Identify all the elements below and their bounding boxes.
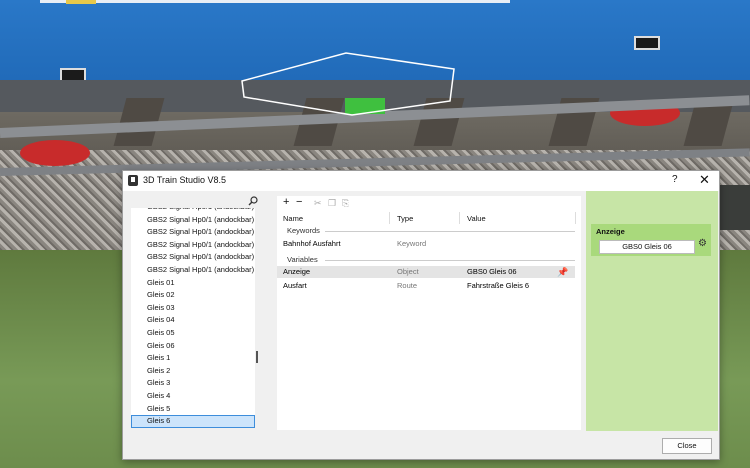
cut-icon[interactable]: ✂ (314, 198, 322, 209)
script-panel: + − ✂ ❐ ⎘ Name Type Value Keywords Bahnh… (277, 196, 581, 430)
close-window-button[interactable]: ✕ (699, 172, 710, 188)
table-row[interactable]: Anzeige Object GBS0 Gleis 06 📌 (277, 266, 575, 278)
section-variables: Variables (287, 255, 318, 264)
section-keywords: Keywords (287, 226, 320, 235)
column-divider (575, 212, 576, 224)
row-value: Fahrstraße Gleis 6 (467, 281, 530, 290)
list-item[interactable]: Gleis 6 (131, 415, 255, 428)
row-type: Keyword (397, 239, 427, 248)
list-scrollbar[interactable] (256, 351, 258, 363)
close-button[interactable]: Close (662, 438, 712, 454)
list-item[interactable]: Gleis 5 (131, 403, 255, 416)
row-value: GBS0 Gleis 06 (467, 267, 517, 276)
train-marker (66, 0, 96, 4)
list-item[interactable]: Gleis 1 (131, 352, 255, 365)
row-type: Route (397, 281, 418, 290)
list-item[interactable]: Gleis 3 (131, 377, 255, 390)
table-row[interactable]: Bahnhof Ausfahrt Keyword (277, 238, 575, 250)
paste-icon[interactable]: ⎘ (342, 198, 349, 209)
list-item[interactable]: Gleis 4 (131, 390, 255, 403)
column-divider (459, 212, 460, 224)
list-item[interactable]: GBS2 Signal Hp0/1 (andockbar) (131, 251, 255, 264)
column-divider (389, 212, 390, 224)
train-lamp (634, 36, 660, 50)
property-label: Anzeige (596, 227, 625, 236)
table-row[interactable]: Ausfart Route Fahrstraße Gleis 6 (277, 280, 575, 292)
list-item[interactable]: Gleis 01 (131, 277, 255, 290)
title-bar: 3D Train Studio V8.5 ? ✕ (123, 171, 719, 191)
table-header: Name Type Value (277, 212, 581, 225)
col-type[interactable]: Type (397, 214, 413, 223)
selection-outline (241, 52, 455, 116)
remove-button[interactable]: − (296, 196, 302, 208)
list-item[interactable]: Gleis 02 (131, 289, 255, 302)
col-value[interactable]: Value (467, 214, 486, 223)
property-value-field[interactable]: GBS0 Gleis 06 (599, 240, 695, 254)
row-name: Anzeige (283, 267, 311, 276)
scene-object (720, 185, 750, 230)
row-name: Ausfart (283, 281, 307, 290)
list-item[interactable]: GBS2 Signal Hp0/1 (andockbar) (131, 226, 255, 239)
row-name: Bahnhof Ausfahrt (283, 239, 341, 248)
app-icon (128, 175, 138, 186)
list-item[interactable]: GBS2 Signal Hp0/1 (andockbar) (131, 208, 255, 214)
help-button[interactable]: ? (672, 174, 678, 185)
copy-icon[interactable]: ❐ (328, 198, 336, 209)
train-roof-edge (40, 0, 510, 3)
list-item[interactable]: Gleis 04 (131, 314, 255, 327)
row-type: Object (397, 267, 419, 276)
list-item[interactable]: GBS2 Signal Hp0/1 (andockbar) (131, 239, 255, 252)
list-item[interactable]: Gleis 2 (131, 365, 255, 378)
divider (325, 260, 575, 261)
window-title: 3D Train Studio V8.5 (143, 175, 227, 185)
divider (325, 231, 575, 232)
search-icon[interactable] (248, 196, 258, 206)
property-anzeige: Anzeige GBS0 Gleis 06 ⚙ (591, 224, 711, 256)
list-item[interactable]: Gleis 03 (131, 302, 255, 315)
dialog-footer: Close (123, 433, 719, 459)
list-item[interactable]: GBS2 Signal Hp0/1 (andockbar) (131, 214, 255, 227)
script-dialog: 3D Train Studio V8.5 ? ✕ GBS2 Signal Hp0… (122, 170, 720, 460)
add-button[interactable]: + (283, 196, 289, 208)
list-item[interactable]: Gleis 06 (131, 340, 255, 353)
gear-icon[interactable]: ⚙ (698, 238, 707, 249)
col-name[interactable]: Name (283, 214, 303, 223)
wheel (20, 140, 90, 166)
list-item[interactable]: GBS2 Signal Hp0/1 (andockbar) (131, 264, 255, 277)
object-list[interactable]: GBS2 Signal Hp0/1 (andockbar) GBS2 Signal… (131, 208, 255, 428)
list-item[interactable]: Gleis 05 (131, 327, 255, 340)
pin-icon[interactable]: 📌 (557, 266, 568, 278)
properties-panel: Anzeige GBS0 Gleis 06 ⚙ (586, 191, 718, 431)
